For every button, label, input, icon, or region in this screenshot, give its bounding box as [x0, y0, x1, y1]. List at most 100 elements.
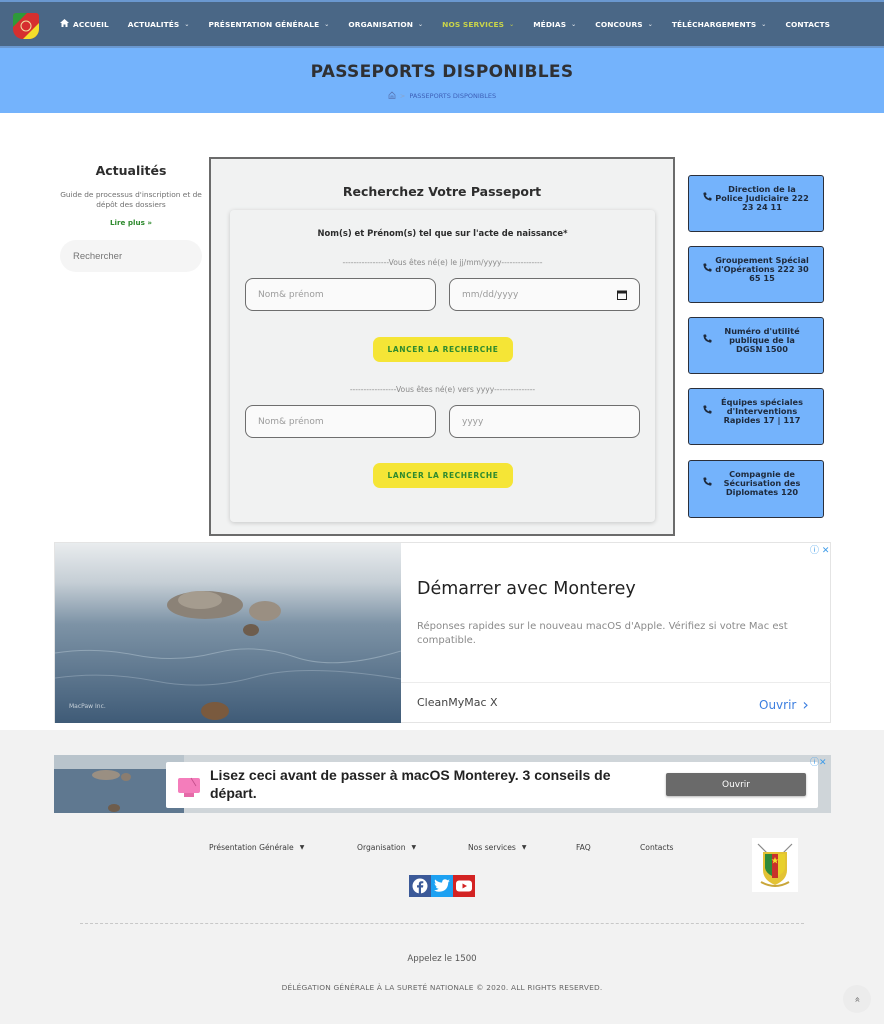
nav-item-nos-services[interactable]: NOS SERVICES ⌄: [442, 20, 514, 29]
birth-year-input[interactable]: yyyy: [449, 405, 640, 438]
name-input-exact-date[interactable]: Nom& prénom: [245, 278, 436, 311]
nav-label: TÉLÉCHARGEMENTS: [671, 19, 757, 29]
chevron-down-icon: ⌄: [184, 20, 190, 28]
ad-advertiser[interactable]: CleanMyMac X: [417, 696, 498, 709]
footer-nav-label: Contacts: [640, 843, 674, 852]
placeholder: yyyy: [462, 416, 484, 427]
footer-nav-label: Présentation Générale: [209, 843, 294, 852]
footer-nav-faq[interactable]: FAQ: [576, 843, 591, 852]
phone-icon: [703, 399, 715, 436]
copyright-text: DÉLÉGATION GÉNÉRALE À LA SURETÉ NATIONAL…: [281, 983, 603, 992]
adchoices-icon[interactable]: ⓘ ✕: [810, 543, 829, 556]
nav-item-concours[interactable]: CONCOURS ⌄: [595, 20, 653, 29]
nav-item-presentation[interactable]: PRÉSENTATION GÉNÉRALE ⌄: [208, 20, 329, 29]
contact-card-gso[interactable]: Groupement Spécial d'Opérations 222 30 6…: [688, 246, 824, 303]
twitter-icon[interactable]: [431, 875, 453, 897]
phone-icon: [703, 471, 715, 509]
breadcrumb: > PASSEPORTS DISPONIBLES: [0, 91, 884, 101]
chevron-right-icon: ›: [802, 695, 809, 714]
section-divider-year: -----------------Vous êtes né(e) vers yy…: [349, 385, 536, 394]
read-more-link[interactable]: Lire plus »: [110, 218, 152, 227]
breadcrumb-current: PASSEPORTS DISPONIBLES: [409, 92, 497, 100]
nav-label: NOS SERVICES: [442, 19, 505, 29]
nav-label: MÉDIAS: [533, 19, 567, 29]
phone-icon: [703, 328, 715, 365]
main-menu: ACCUEIL ACTUALITÉS ⌄ PRÉSENTATION GÉNÉRA…: [60, 2, 849, 46]
contact-card-esir[interactable]: Équipes spéciales d'Interventions Rapide…: [688, 388, 824, 445]
chevron-down-icon: ⌄: [509, 20, 515, 28]
ad-content-box: Lisez ceci avant de passer à macOS Monte…: [166, 762, 818, 808]
call-number-text: Appelez le 1500: [407, 954, 477, 964]
advertisement-banner[interactable]: Lisez ceci avant de passer à macOS Monte…: [54, 755, 831, 813]
caret-down-icon: ▼: [521, 844, 527, 851]
contact-text: Numéro d'utilité publique de la DGSN 150…: [724, 326, 800, 354]
footer-nav-presentation[interactable]: Présentation Générale ▼: [209, 843, 304, 852]
footer-nav-services[interactable]: Nos services ▼: [468, 843, 526, 852]
ad-open-button[interactable]: Ouvrir: [666, 773, 806, 796]
breadcrumb-separator: >: [399, 92, 406, 100]
search-button-year[interactable]: LANCER LA RECHERCHE: [373, 463, 513, 488]
facebook-icon[interactable]: [409, 875, 431, 897]
ad-headline[interactable]: Démarrer avec Monterey: [417, 579, 636, 599]
placeholder: mm/dd/yyyy: [462, 289, 519, 300]
nav-label: ACCUEIL: [73, 19, 109, 29]
placeholder: Nom& prénom: [258, 416, 324, 427]
site-logo[interactable]: [13, 13, 39, 39]
cleanmymac-icon: [177, 776, 201, 798]
home-icon[interactable]: [388, 91, 396, 101]
contact-card-police-judiciaire[interactable]: Direction de la Police Judiciaire 222 23…: [688, 175, 824, 232]
caret-down-icon: ▼: [299, 844, 305, 851]
phone-icon: [703, 186, 715, 223]
chevron-down-icon: ⌄: [647, 20, 653, 28]
nav-item-telechargements[interactable]: TÉLÉCHARGEMENTS ⌄: [672, 20, 767, 29]
footer-nav-label: FAQ: [576, 843, 591, 852]
nav-label: CONTACTS: [785, 19, 831, 29]
phone-icon: [703, 257, 715, 294]
contact-text: Direction de la Police Judiciaire 222 23…: [715, 184, 809, 212]
footer-nav-organisation[interactable]: Organisation ▼: [357, 843, 416, 852]
youtube-icon[interactable]: [453, 875, 475, 897]
contact-card-dgsn[interactable]: Numéro d'utilité publique de la DGSN 150…: [688, 317, 824, 374]
footer-nav-label: Nos services: [468, 843, 516, 852]
chevron-down-icon: ⌄: [324, 20, 330, 28]
nav-item-actualites[interactable]: ACTUALITÉS ⌄: [128, 20, 190, 29]
nav-item-contacts[interactable]: CONTACTS: [785, 20, 830, 29]
placeholder: Nom& prénom: [258, 289, 324, 300]
chevron-down-icon: ⌄: [418, 20, 424, 28]
search-button-exact-date[interactable]: LANCER LA RECHERCHE: [373, 337, 513, 362]
caret-down-icon: ▼: [411, 844, 417, 851]
ad-image-ocean[interactable]: MacPaw Inc.: [55, 543, 401, 723]
cameroon-coat-of-arms: [752, 838, 798, 892]
nav-item-organisation[interactable]: ORGANISATION ⌄: [348, 20, 423, 29]
ad-headline[interactable]: Lisez ceci avant de passer à macOS Monte…: [210, 766, 650, 802]
nav-label: ORGANISATION: [348, 19, 414, 29]
contact-card-diplomates[interactable]: Compagnie de Sécurisation des Diplomates…: [688, 460, 824, 518]
back-to-top-button[interactable]: «: [843, 985, 871, 1013]
nav-item-medias[interactable]: MÉDIAS ⌄: [533, 20, 576, 29]
ad-divider: [401, 682, 831, 683]
contact-text: Équipes spéciales d'Interventions Rapide…: [721, 397, 803, 425]
double-chevron-up-icon: «: [851, 995, 863, 1003]
footer-nav-contacts[interactable]: Contacts: [640, 843, 674, 852]
footer-nav-label: Organisation: [357, 843, 406, 852]
passport-search-panel: Recherchez Votre Passeport Nom(s) et Pré…: [209, 157, 675, 536]
name-input-year[interactable]: Nom& prénom: [245, 405, 436, 438]
birthdate-input[interactable]: mm/dd/yyyy: [449, 278, 640, 311]
search-form-card: Nom(s) et Prénom(s) tel que sur l'acte d…: [230, 210, 655, 522]
form-title: Recherchez Votre Passeport: [342, 184, 542, 199]
top-navbar: ACCUEIL ACTUALITÉS ⌄ PRÉSENTATION GÉNÉRA…: [0, 0, 884, 48]
chevron-down-icon: ⌄: [571, 20, 577, 28]
ad-open-button[interactable]: Ouvrir ›: [759, 695, 809, 714]
footer-divider: [80, 923, 804, 924]
contact-text: Groupement Spécial d'Opérations 222 30 6…: [715, 255, 809, 283]
nav-item-accueil[interactable]: ACCUEIL: [60, 19, 109, 29]
search-input[interactable]: [60, 240, 202, 272]
calendar-icon[interactable]: [617, 290, 627, 300]
page-title: PASSEPORTS DISPONIBLES: [310, 62, 574, 82]
chevron-down-icon: ⌄: [761, 20, 767, 28]
page-header: PASSEPORTS DISPONIBLES > PASSEPORTS DISP…: [0, 48, 884, 113]
nav-label: ACTUALITÉS: [127, 19, 180, 29]
advertisement-monterey[interactable]: MacPaw Inc. ⓘ ✕ Démarrer avec Monterey R…: [54, 542, 831, 723]
adchoices-icon[interactable]: ⓘ✕: [810, 755, 827, 768]
sidebar-title: Actualités: [95, 163, 167, 178]
